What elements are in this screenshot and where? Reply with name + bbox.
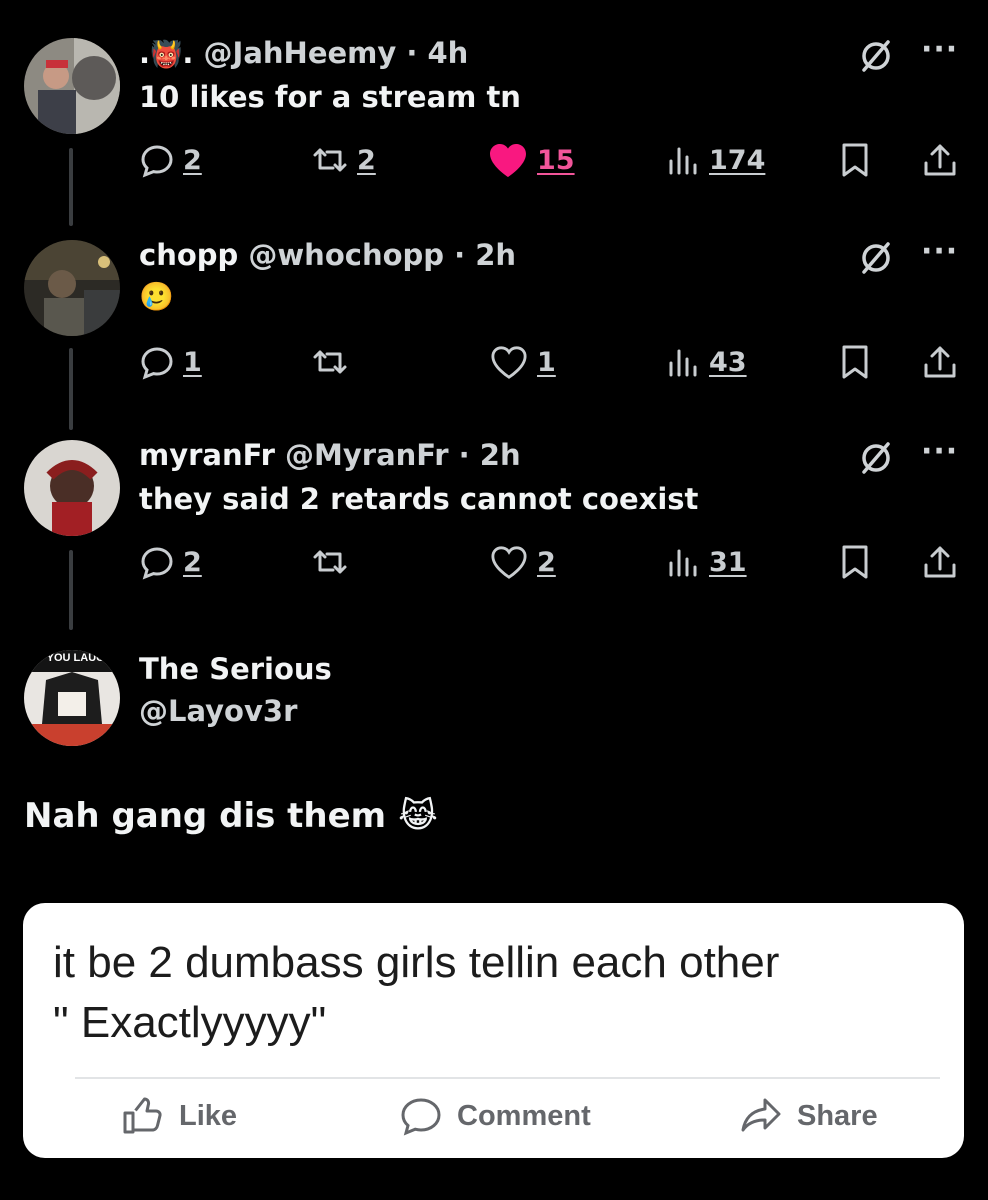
thread-line — [69, 148, 73, 226]
repost-icon — [313, 350, 347, 374]
repost-icon — [313, 148, 347, 172]
views-button[interactable]: 43 — [667, 340, 747, 384]
quoted-handle[interactable]: @Layov3r — [139, 694, 297, 728]
bookmark-button[interactable] — [839, 138, 871, 182]
comment-icon — [401, 1098, 441, 1136]
avatar[interactable] — [24, 440, 120, 536]
tweet-header: myranFr @MyranFr · 2h — [139, 438, 521, 472]
quoted-avatar[interactable]: IF YOU LAUG. — [24, 650, 120, 746]
quoted-text-body: Nah gang dis them — [24, 796, 387, 836]
bookmark-button[interactable] — [839, 540, 871, 584]
handle[interactable]: @MyranFr — [285, 438, 449, 472]
handle[interactable]: @whochopp — [248, 238, 444, 272]
avatar-caption: IF YOU LAUG. — [34, 652, 108, 664]
card-comment-button: Comment — [399, 1096, 591, 1136]
like-count: 15 — [537, 144, 575, 176]
tweet-text: they said 2 retards cannot coexist — [139, 482, 699, 516]
avatar[interactable] — [24, 38, 120, 134]
bookmark-icon — [842, 345, 868, 379]
heart-icon — [491, 346, 527, 379]
reply-icon — [141, 347, 173, 380]
timestamp[interactable]: · 2h — [454, 238, 516, 272]
bookmark-icon — [842, 545, 868, 579]
card-like-label: Like — [179, 1099, 238, 1132]
share-button[interactable] — [921, 540, 959, 584]
repost-button[interactable] — [311, 540, 357, 584]
views-button[interactable]: 31 — [667, 540, 747, 584]
timestamp[interactable]: · 4h — [406, 36, 468, 70]
share-button[interactable] — [921, 340, 959, 384]
card-share-label: Share — [797, 1099, 878, 1132]
share-icon — [924, 144, 956, 176]
tweet-text: 10 likes for a stream tn — [139, 80, 521, 114]
more-icon[interactable]: ··· — [921, 32, 958, 67]
quoted-display-name[interactable]: The Serious — [139, 652, 332, 686]
views-icon — [669, 147, 697, 175]
like-count: 2 — [537, 546, 556, 578]
bookmark-button[interactable] — [839, 340, 871, 384]
more-icon[interactable]: ··· — [921, 434, 958, 469]
grok-icon[interactable] — [858, 240, 894, 276]
tweet-actions: 2 2 15 174 — [139, 138, 969, 182]
like-button[interactable]: 15 — [487, 138, 575, 182]
reply-icon — [141, 145, 173, 178]
views-button[interactable]: 174 — [667, 138, 765, 182]
display-name[interactable]: .👹. — [139, 36, 204, 70]
card-like-button: Like — [121, 1096, 237, 1136]
heart-icon — [490, 144, 526, 177]
card-text-line-2: " Exactlyyyyy" — [53, 998, 327, 1047]
like-button[interactable]: 2 — [489, 540, 556, 584]
card-text-line-1: it be 2 dumbass girls tellin each other — [53, 938, 780, 987]
quoted-image-card[interactable]: it be 2 dumbass girls tellin each other … — [23, 903, 964, 1158]
reply-button[interactable]: 1 — [139, 340, 202, 384]
share-icon — [924, 546, 956, 578]
card-comment-label: Comment — [457, 1099, 591, 1132]
thread-line — [69, 348, 73, 430]
card-divider — [75, 1077, 940, 1079]
card-share-button: Share — [739, 1096, 878, 1136]
repost-icon — [313, 550, 347, 574]
tweet-actions: 2 2 31 — [139, 540, 969, 584]
repost-count: 2 — [357, 144, 376, 176]
heart-icon — [491, 546, 527, 579]
tweet-text: 🥲 — [139, 280, 174, 313]
reply-button[interactable]: 2 — [139, 540, 202, 584]
views-icon — [669, 549, 697, 577]
tweet-actions: 1 1 43 — [139, 340, 969, 384]
handle[interactable]: @JahHeemy — [204, 36, 397, 70]
display-name[interactable]: chopp — [139, 238, 238, 272]
share-arrow-icon — [741, 1098, 781, 1132]
bookmark-icon — [842, 143, 868, 177]
quoted-text: Nah gang dis them 😹 — [24, 796, 438, 836]
reply-count: 1 — [183, 346, 202, 378]
views-count: 174 — [709, 144, 766, 176]
views-count: 31 — [709, 546, 747, 578]
thumbs-up-icon — [123, 1097, 162, 1134]
display-name[interactable]: myranFr — [139, 438, 275, 472]
card-text: it be 2 dumbass girls tellin each other … — [53, 933, 933, 1053]
timestamp[interactable]: · 2h — [459, 438, 521, 472]
repost-button[interactable]: 2 — [311, 138, 376, 182]
like-count: 1 — [537, 346, 556, 378]
reply-icon — [141, 547, 173, 580]
reply-button[interactable]: 2 — [139, 138, 202, 182]
tweet-header: .👹. @JahHeemy · 4h — [139, 36, 468, 70]
views-icon — [669, 349, 697, 377]
like-button[interactable]: 1 — [489, 340, 556, 384]
avatar[interactable] — [24, 240, 120, 336]
cat-tears-emoji: 😹 — [398, 796, 438, 836]
thread-line — [69, 550, 73, 630]
grok-icon[interactable] — [858, 38, 894, 74]
share-button[interactable] — [921, 138, 959, 182]
tweet-header: chopp @whochopp · 2h — [139, 238, 516, 272]
grok-icon[interactable] — [858, 440, 894, 476]
share-icon — [924, 346, 956, 378]
ogre-emoji: 👹 — [150, 40, 183, 70]
reply-count: 2 — [183, 546, 202, 578]
reply-count: 2 — [183, 144, 202, 176]
more-icon[interactable]: ··· — [921, 234, 958, 269]
views-count: 43 — [709, 346, 747, 378]
repost-button[interactable] — [311, 340, 357, 384]
